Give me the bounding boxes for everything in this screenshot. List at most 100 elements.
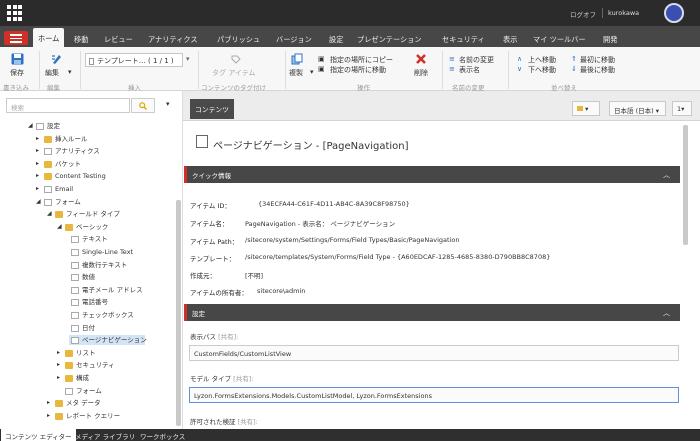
display-path-field[interactable]: CustomFields/CustomListView xyxy=(189,345,679,361)
expanded-arrow-icon[interactable]: ◢ xyxy=(28,122,33,129)
tab-analytics[interactable]: アナリティクス xyxy=(148,35,198,45)
insert-template-dropdown[interactable]: テンプレート… ( 1 / 1 ) xyxy=(85,53,183,67)
collapsed-arrow-icon[interactable]: ▸ xyxy=(47,412,50,419)
folder-icon xyxy=(65,362,73,370)
template-value[interactable]: /sitecore/templates/System/Forms/Field T… xyxy=(245,253,550,261)
form-icon xyxy=(44,198,52,206)
collapsed-arrow-icon[interactable]: ▸ xyxy=(47,399,50,406)
move-down-button[interactable]: 下へ移動 xyxy=(528,65,556,75)
expanded-arrow-icon[interactable]: ◢ xyxy=(57,223,62,230)
tab-review[interactable]: レビュー xyxy=(104,35,133,45)
tree-item-label: 電話番号 xyxy=(82,298,108,307)
tab-content-editor[interactable]: コンテンツ エディター xyxy=(1,429,76,441)
display-name-button[interactable]: 表示名 xyxy=(459,65,480,75)
collapsed-arrow-icon[interactable]: ▸ xyxy=(36,135,39,142)
model-type-field[interactable]: Lyzon.FormsExtensions.Models.CustomListM… xyxy=(189,387,679,403)
tab-versions[interactable]: バージョン xyxy=(276,35,312,45)
quick-info-header[interactable]: クイック情報 ︿ xyxy=(184,166,680,183)
shared-tag: [共有]: xyxy=(218,333,239,341)
quick-info-title: クイック情報 xyxy=(192,172,231,180)
doc-icon xyxy=(71,286,79,294)
settings-section-header[interactable]: 設定 ︿ xyxy=(184,304,680,321)
chevron-up-icon: ︿ xyxy=(663,309,670,317)
insert-template-value: テンプレート… ( 1 / 1 ) xyxy=(97,57,174,65)
tree-item-label: リスト xyxy=(76,348,96,357)
move-to-button[interactable]: 指定の場所に移動 xyxy=(330,65,386,75)
delete-icon xyxy=(416,54,426,64)
tab-workbox[interactable]: ワークボックス xyxy=(140,431,185,441)
settings-doc-icon xyxy=(36,123,44,130)
copy-icon: ▣ xyxy=(318,55,325,63)
logoff-link[interactable]: ログオフ xyxy=(570,9,596,19)
model-type-label: モデル タイプ [共有]: xyxy=(190,373,253,383)
tab-my-toolbar[interactable]: マイ ツールバー xyxy=(533,35,586,45)
language-selector[interactable]: 日本語 (日本) ▾ xyxy=(609,101,666,116)
folder-icon xyxy=(44,160,52,168)
tree-item-label: レポート クエリー xyxy=(66,411,121,420)
search-options-dropdown-icon[interactable]: ▾ xyxy=(166,100,170,108)
save-button[interactable]: 保存 xyxy=(10,68,24,78)
shared-tag: [共有]: xyxy=(237,418,258,426)
doc-icon xyxy=(71,324,79,332)
tree-scrollbar[interactable] xyxy=(176,200,181,426)
options-button[interactable]: ▾ xyxy=(572,101,600,116)
avatar[interactable] xyxy=(664,3,684,23)
tab-developer[interactable]: 開発 xyxy=(603,35,617,45)
page-navigation-icon xyxy=(196,135,208,148)
tree-item-label: 複数行テキスト xyxy=(82,260,128,269)
version-selector[interactable]: 1▾ xyxy=(672,101,692,116)
copy-to-button[interactable]: 指定の場所にコピー xyxy=(330,55,393,65)
rename-button[interactable]: 名前の変更 xyxy=(459,55,494,65)
item-owner-value: sitecore\admin xyxy=(257,287,306,295)
language-value: 日本語 (日本) xyxy=(614,107,654,115)
tab-configure[interactable]: 設定 xyxy=(329,35,343,45)
search-input[interactable]: 検索 xyxy=(6,98,130,113)
doc-icon xyxy=(71,261,79,269)
tag-item-button[interactable]: タグ アイテム xyxy=(212,68,256,78)
move-first-button[interactable]: 最初に移動 xyxy=(580,55,615,65)
tab-presentation[interactable]: プレゼンテーション xyxy=(357,35,422,45)
duplicate-icon xyxy=(291,53,303,65)
duplicate-button[interactable]: 複製 xyxy=(289,68,303,78)
move-first-icon: ⇑ xyxy=(571,55,577,63)
user-name[interactable]: kurokawa xyxy=(608,9,639,17)
email-icon xyxy=(44,186,52,193)
move-last-button[interactable]: 最後に移動 xyxy=(580,65,615,75)
collapsed-arrow-icon[interactable]: ▸ xyxy=(36,147,39,154)
edit-button[interactable]: 編集 xyxy=(45,68,59,78)
hamburger-menu-button[interactable] xyxy=(4,31,28,45)
doc-icon xyxy=(71,312,79,319)
doc-icon xyxy=(71,274,79,282)
collapsed-arrow-icon[interactable]: ▸ xyxy=(57,374,60,381)
tab-security[interactable]: セキュリティ xyxy=(442,35,485,45)
collapsed-arrow-icon[interactable]: ▸ xyxy=(36,172,39,179)
tab-publish[interactable]: パブリッシュ xyxy=(217,35,260,45)
tab-content[interactable]: コンテンツ xyxy=(190,99,234,119)
app-logo-icon[interactable] xyxy=(7,5,23,21)
editor-scrollbar[interactable] xyxy=(683,125,688,245)
tab-home[interactable]: ホーム xyxy=(33,28,65,47)
dropdown-arrow-icon[interactable]: ▾ xyxy=(186,55,190,63)
tree-item-label: フィールド タイプ xyxy=(66,210,120,219)
tab-view[interactable]: 表示 xyxy=(503,35,517,45)
folder-icon xyxy=(55,412,63,420)
item-path-label: アイテム Path： xyxy=(190,238,239,246)
search-button[interactable] xyxy=(131,98,155,113)
move-up-button[interactable]: 上へ移動 xyxy=(528,55,556,65)
display-path-label-text: 表示パス xyxy=(190,333,216,341)
divider xyxy=(198,51,199,89)
divider xyxy=(285,51,286,89)
collapsed-arrow-icon[interactable]: ▸ xyxy=(57,349,60,356)
tab-media-library[interactable]: メディア ライブラリ xyxy=(75,431,135,441)
expanded-arrow-icon[interactable]: ◢ xyxy=(47,210,52,217)
tab-navigate[interactable]: 移動 xyxy=(74,35,88,45)
collapsed-arrow-icon[interactable]: ▸ xyxy=(36,160,39,167)
item-id-value: {34ECFA44-C61F-4D11-AB4C-8A39C8F98750} xyxy=(258,200,410,208)
tree-item-label: フォーム xyxy=(55,197,81,206)
expanded-arrow-icon[interactable]: ◢ xyxy=(36,198,41,205)
delete-button[interactable]: 削除 xyxy=(414,68,428,78)
collapsed-arrow-icon[interactable]: ▸ xyxy=(57,361,60,368)
tree-item-label: ベーシック xyxy=(76,222,109,231)
settings-section-title: 設定 xyxy=(192,310,205,318)
collapsed-arrow-icon[interactable]: ▸ xyxy=(36,185,39,192)
